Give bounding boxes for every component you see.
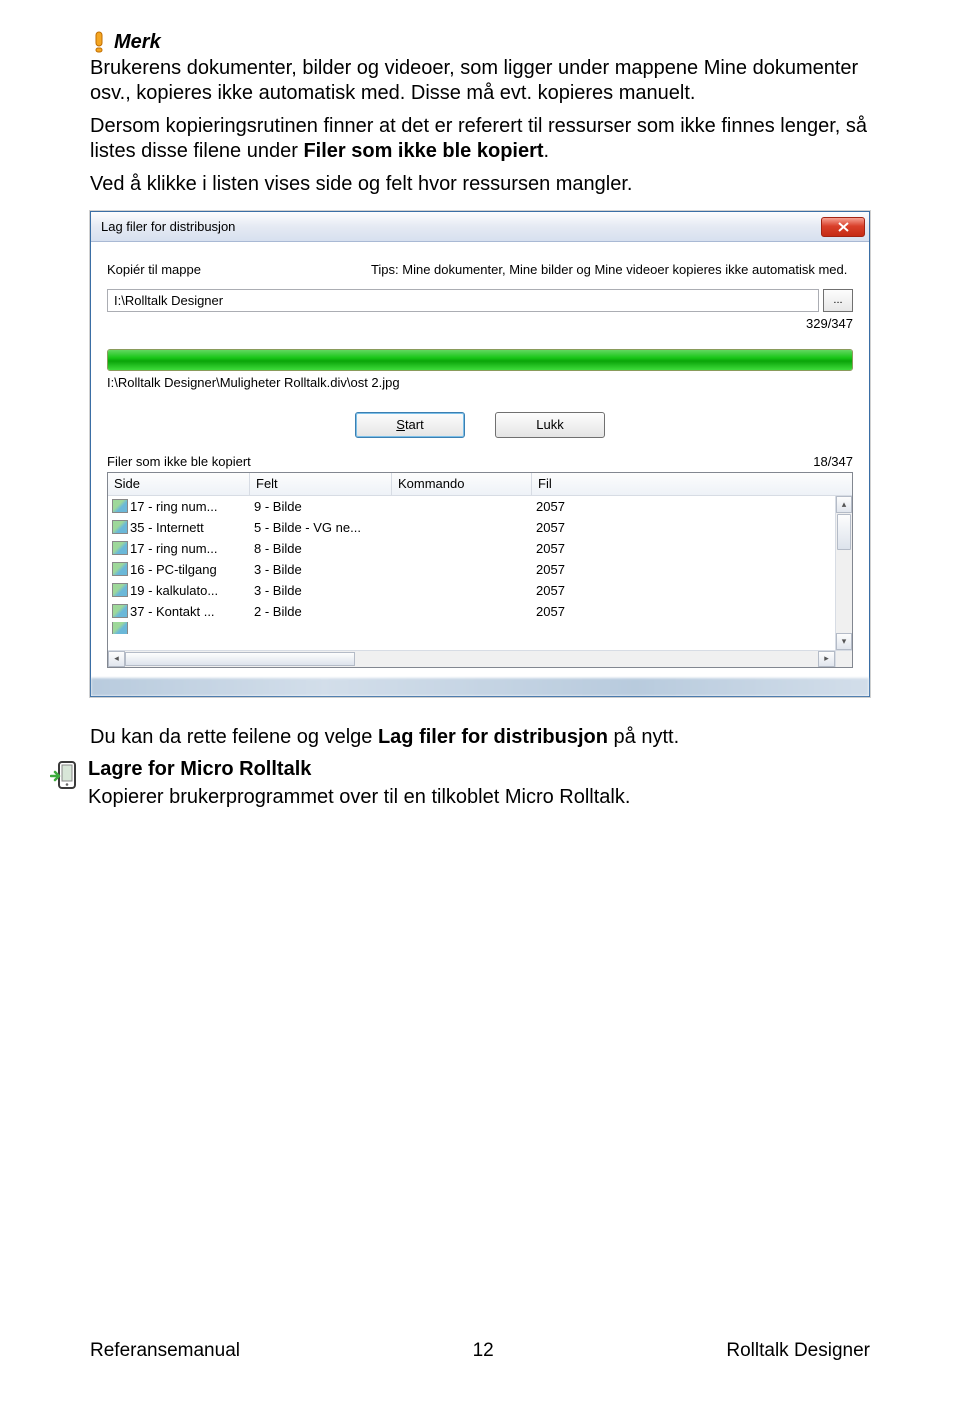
scroll-right-icon[interactable]: ▸: [818, 651, 835, 667]
distribution-dialog: Lag filer for distribusjon Kopiér til ma…: [90, 211, 870, 697]
copy-to-label: Kopiér til mappe: [107, 262, 201, 277]
vertical-scrollbar[interactable]: ▴ ▾: [835, 496, 852, 650]
note-title: Merk: [114, 31, 161, 54]
start-button[interactable]: Start: [355, 412, 465, 438]
table-row[interactable]: 17 - ring num...9 - Bilde2057: [108, 496, 852, 517]
note-paragraph-3: Ved å klikke i listen vises side og felt…: [90, 172, 870, 197]
note-paragraph-2: Dersom kopieringsrutinen finner at det e…: [90, 114, 870, 164]
image-icon: [112, 520, 128, 534]
tips-text: Tips: Mine dokumenter, Mine bilder og Mi…: [371, 262, 847, 279]
progress-bar: [107, 349, 853, 371]
after-paragraph-1: Du kan da rette feilene og velge Lag fil…: [90, 725, 870, 750]
status-path: I:\Rolltalk Designer\Muligheter Rolltalk…: [107, 375, 853, 390]
col-header-kommando[interactable]: Kommando: [392, 473, 532, 495]
close-icon[interactable]: [821, 217, 865, 237]
image-icon: [112, 604, 128, 618]
not-copied-list[interactable]: Side Felt Kommando Fil 17 - ring num...9…: [107, 472, 853, 668]
col-header-side[interactable]: Side: [108, 473, 250, 495]
horizontal-scrollbar[interactable]: ◂ ▸: [108, 650, 835, 667]
table-row[interactable]: 37 - Kontakt ...2 - Bilde2057: [108, 601, 852, 622]
note-paragraph-1: Brukerens dokumenter, bilder og videoer,…: [90, 56, 870, 106]
micro-rolltalk-icon: [50, 760, 78, 799]
micro-paragraph: Kopierer brukerprogrammet over til en ti…: [88, 785, 630, 810]
table-row[interactable]: 17 - ring num...8 - Bilde2057: [108, 538, 852, 559]
scroll-left-icon[interactable]: ◂: [108, 651, 125, 667]
browse-button[interactable]: ...: [823, 289, 853, 312]
image-icon: [112, 562, 128, 576]
col-header-felt[interactable]: Felt: [250, 473, 392, 495]
scroll-down-icon[interactable]: ▾: [836, 633, 852, 650]
scroll-thumb[interactable]: [837, 514, 851, 550]
footer-right: Rolltalk Designer: [726, 1340, 870, 1362]
progress-counter: 329/347: [107, 316, 853, 331]
close-button[interactable]: Lukk: [495, 412, 605, 438]
micro-heading: Lagre for Micro Rolltalk: [88, 758, 630, 781]
footer-left: Referansemanual: [90, 1340, 240, 1362]
image-icon: [112, 499, 128, 513]
scroll-up-icon[interactable]: ▴: [836, 496, 852, 513]
not-copied-count: 18/347: [813, 454, 853, 469]
table-row[interactable]: 35 - Internett5 - Bilde - VG ne...2057: [108, 517, 852, 538]
page-footer: Referansemanual 12 Rolltalk Designer: [90, 1340, 870, 1362]
path-input[interactable]: [107, 289, 819, 312]
dialog-titlebar[interactable]: Lag filer for distribusjon: [91, 212, 869, 242]
image-icon: [112, 583, 128, 597]
footer-center: 12: [473, 1340, 494, 1362]
not-copied-label: Filer som ikke ble kopiert: [107, 454, 251, 469]
dialog-title: Lag filer for distribusjon: [101, 219, 235, 234]
image-icon: [112, 541, 128, 555]
table-row[interactable]: 16 - PC-tilgang3 - Bilde2057: [108, 559, 852, 580]
table-row[interactable]: 19 - kalkulato...3 - Bilde2057: [108, 580, 852, 601]
hscroll-thumb[interactable]: [125, 652, 355, 666]
col-header-fil[interactable]: Fil: [532, 473, 852, 495]
warning-icon: [90, 30, 108, 54]
